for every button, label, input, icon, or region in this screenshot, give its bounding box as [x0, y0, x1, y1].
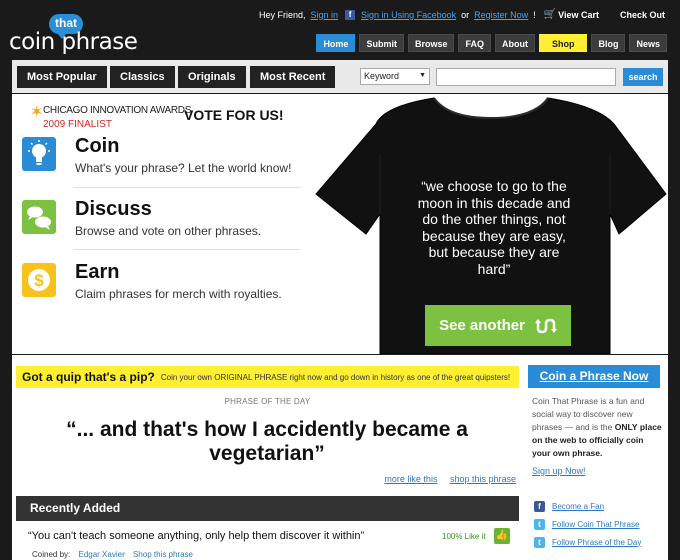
- search-type-select[interactable]: Keyword ▼: [360, 68, 430, 85]
- hero: ✶ CHICAGO INNOVATION AWARDS 2009 FINALIS…: [12, 94, 668, 354]
- twitter-icon: t: [534, 536, 545, 548]
- logo-text: coin phrase: [9, 29, 138, 55]
- tab-originals[interactable]: Originals: [178, 66, 246, 88]
- speech-bubbles-icon: [22, 200, 56, 234]
- become-fan-link[interactable]: Become a Fan: [552, 502, 604, 511]
- coined-by: Coined by: Edgar Xavier Shop this phrase: [32, 550, 193, 559]
- phrase-of-day-label: PHRASE OF THE DAY: [224, 397, 311, 406]
- phrase-links: more like this shop this phrase: [374, 474, 516, 484]
- exclaim-text: !: [533, 9, 536, 20]
- search-button[interactable]: search: [623, 68, 663, 86]
- search-input[interactable]: [436, 68, 616, 86]
- nav-home[interactable]: Home: [316, 34, 356, 52]
- shop-this-phrase-link[interactable]: shop this phrase: [450, 474, 516, 484]
- quip-banner[interactable]: Got a quip that's a pip? Coin your own O…: [16, 366, 519, 388]
- feature-earn: $ Earn Claim phrases for merch with roya…: [22, 261, 302, 313]
- list-item: “You can't teach someone anything, only …: [16, 521, 519, 560]
- tab-classics[interactable]: Classics: [110, 66, 175, 88]
- award-flame-icon: ✶: [30, 104, 44, 121]
- nav-blog[interactable]: Blog: [591, 34, 626, 52]
- nav-browse[interactable]: Browse: [407, 34, 455, 52]
- social-twitter-potd[interactable]: t Follow Phrase of the Day: [534, 534, 674, 550]
- thumbs-up-icon[interactable]: 👍: [494, 528, 510, 544]
- refresh-icon: [534, 318, 557, 333]
- recently-added-heading: Recently Added: [16, 496, 519, 521]
- twitter-icon: t: [534, 518, 545, 530]
- nav-news[interactable]: News: [629, 34, 667, 52]
- check-out-link[interactable]: Check Out: [620, 10, 665, 20]
- coined-by-label: Coined by:: [32, 550, 71, 559]
- nav-faq[interactable]: FAQ: [458, 34, 491, 52]
- author-link[interactable]: Edgar Xavier: [78, 550, 124, 559]
- follow-potd-link[interactable]: Follow Phrase of the Day: [552, 538, 641, 547]
- award-subtitle: 2009 FINALIST: [43, 119, 112, 130]
- facebook-icon: f: [534, 500, 545, 512]
- shirt-quote: “we choose to go to the moon in this dec…: [417, 178, 571, 277]
- view-cart-link[interactable]: View Cart: [558, 10, 599, 20]
- follow-link[interactable]: Follow Coin That Phrase: [552, 520, 639, 529]
- social-twitter[interactable]: t Follow Coin That Phrase: [534, 516, 674, 532]
- recent-shop-link[interactable]: Shop this phrase: [133, 550, 193, 559]
- tab-most-popular[interactable]: Most Popular: [17, 66, 107, 88]
- lightbulb-icon: [22, 137, 56, 171]
- feature-coin-title: Coin: [75, 135, 120, 157]
- see-another-button[interactable]: See another: [425, 305, 571, 346]
- main-nav: Home Submit Browse FAQ About Shop Blog N…: [316, 34, 667, 52]
- chevron-down-icon: ▼: [419, 72, 426, 79]
- see-another-label: See another: [439, 317, 525, 334]
- facebook-icon: f: [345, 9, 356, 20]
- sign-in-link[interactable]: Sign in: [311, 10, 339, 20]
- like-percentage: 100% Like it: [442, 532, 486, 541]
- main-content: Got a quip that's a pip? Coin your own O…: [12, 355, 668, 560]
- quip-heading: Got a quip that's a pip?: [22, 370, 155, 384]
- nav-about[interactable]: About: [494, 34, 535, 52]
- feature-earn-title: Earn: [75, 261, 120, 283]
- quip-text: Coin your own ORIGINAL PHRASE right now …: [160, 372, 511, 382]
- feature-earn-desc: Claim phrases for merch with royalties.: [75, 287, 282, 301]
- feature-discuss-desc: Browse and vote on other phrases.: [75, 224, 262, 238]
- divider: [74, 249, 300, 250]
- award-badge[interactable]: ✶ CHICAGO INNOVATION AWARDS 2009 FINALIS…: [30, 102, 191, 134]
- social-facebook[interactable]: f Become a Fan: [534, 498, 674, 514]
- or-text: or: [461, 9, 470, 20]
- coin-a-phrase-button[interactable]: Coin a Phrase Now: [528, 365, 660, 388]
- user-bar: Hey Friend, Sign in f Sign in Using Face…: [257, 9, 668, 20]
- feature-coin-desc: What's your phrase? Let the world know!: [75, 161, 292, 175]
- divider: [74, 187, 300, 188]
- svg-text:$: $: [34, 271, 44, 290]
- sign-up-link[interactable]: Sign up Now!: [532, 466, 586, 476]
- feature-discuss-title: Discuss: [75, 198, 152, 220]
- greeting: Hey Friend,: [258, 9, 306, 20]
- logo[interactable]: that coin phrase: [9, 14, 139, 56]
- cart-icon: 🛒: [543, 9, 557, 20]
- feature-coin: Coin What's your phrase? Let the world k…: [22, 135, 302, 187]
- sign-in-facebook-link[interactable]: Sign in Using Facebook: [361, 10, 456, 20]
- nav-shop[interactable]: Shop: [538, 34, 588, 52]
- search-type-value: Keyword: [364, 71, 400, 81]
- about-text: Coin That Phrase is a fun and social way…: [532, 395, 662, 460]
- feature-discuss: Discuss Browse and vote on other phrases…: [22, 198, 302, 250]
- recent-quote[interactable]: “You can't teach someone anything, only …: [28, 530, 364, 542]
- more-like-this-link[interactable]: more like this: [384, 474, 437, 484]
- phrase-of-day[interactable]: “... and that's how I accidently became …: [32, 418, 502, 466]
- category-bar: Most Popular Classics Originals Most Rec…: [12, 60, 668, 93]
- register-link[interactable]: Register Now: [474, 10, 528, 20]
- tab-most-recent[interactable]: Most Recent: [250, 66, 336, 88]
- award-title: CHICAGO INNOVATION AWARDS: [43, 105, 192, 116]
- about-only: ONLY: [614, 422, 638, 432]
- nav-submit[interactable]: Submit: [359, 34, 404, 52]
- dollar-icon: $: [22, 263, 56, 297]
- vote-for-us[interactable]: VOTE FOR US!: [184, 107, 284, 123]
